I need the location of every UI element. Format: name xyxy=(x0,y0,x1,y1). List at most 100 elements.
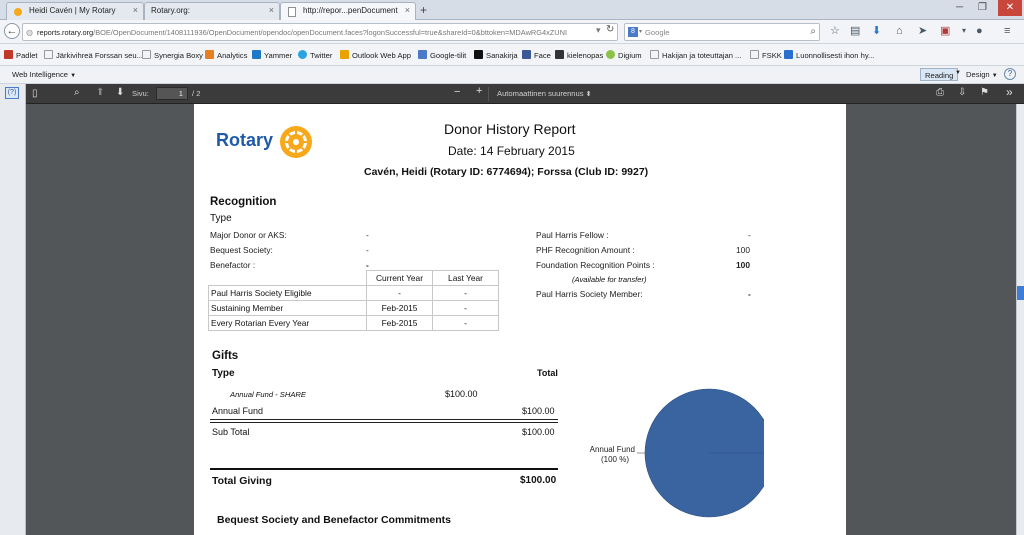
help-panel-icon[interactable]: (?) xyxy=(5,87,19,99)
rotary-favicon-icon xyxy=(14,8,22,16)
chevron-down-icon[interactable]: ▾ xyxy=(962,25,966,37)
bookmark-jarkivihrea[interactable]: Järkivihreä Forssan seu... xyxy=(44,50,143,60)
chevron-down-icon: ⬍ xyxy=(585,91,592,98)
bookmark-icon[interactable]: ⚑ xyxy=(980,87,989,98)
print-icon[interactable]: ⎙ xyxy=(936,87,944,98)
pdf-toolbar: ▯ ⌕ ⬆ ⬇ Sivu: 1 / 2 − + Automaattinen su… xyxy=(26,84,1024,104)
gifts-total-label: Total xyxy=(537,368,558,378)
search-icon[interactable]: ⌕ xyxy=(810,26,816,37)
chevron-down-icon: ▼ xyxy=(70,73,77,79)
minimize-button[interactable]: ─ xyxy=(956,2,963,13)
bookmark-star-icon[interactable]: ☆ xyxy=(830,25,840,37)
search-placeholder: Google xyxy=(645,28,670,37)
annual-fund-total: $100.00 xyxy=(522,406,555,416)
chevron-down-icon[interactable]: ▼ xyxy=(955,70,961,76)
restore-button[interactable]: ❐ xyxy=(978,2,987,13)
bookmark-fskk[interactable]: FSKK xyxy=(750,50,782,60)
back-button[interactable]: ← xyxy=(4,23,20,39)
tab-rotary-org[interactable]: Rotary.org: × xyxy=(144,2,280,20)
web-intelligence-bar: Web Intelligence ▼ Reading ▼ Design ▼ ? xyxy=(0,66,1024,84)
close-tab-icon[interactable]: × xyxy=(133,5,138,15)
chevron-down-icon: ▼ xyxy=(991,73,998,79)
toggle-sidebar-icon[interactable]: ▯ xyxy=(32,88,38,99)
divider xyxy=(210,468,558,470)
url-bar[interactable]: ◍ reports.rotary.org/BOE/OpenDocument/14… xyxy=(22,23,618,41)
benefactor-value: - xyxy=(366,260,369,270)
bookmark-analytics[interactable]: Analytics xyxy=(205,50,247,60)
reading-list-icon[interactable]: ▤ xyxy=(850,25,860,37)
sanakirja-icon xyxy=(474,50,483,59)
table-cell: Sustaining Member xyxy=(208,300,367,316)
search-icon[interactable]: ⌕ xyxy=(74,87,80,98)
phf-label: Paul Harris Fellow : xyxy=(536,230,609,240)
zoom-out-button[interactable]: − xyxy=(454,86,460,98)
tab-my-rotary[interactable]: Heidi Cavén | My Rotary × xyxy=(6,2,144,20)
bookmark-hakijan[interactable]: Hakijan ja toteuttajan ... xyxy=(650,50,741,60)
new-tab-button[interactable]: + xyxy=(420,3,427,17)
bookmark-outlook[interactable]: Outlook Web App xyxy=(340,50,411,60)
page-icon xyxy=(142,50,151,59)
downloads-icon[interactable]: ⬇ xyxy=(872,25,881,37)
kielenopas-icon xyxy=(555,50,564,59)
tools-icon[interactable]: » xyxy=(1006,85,1013,99)
close-tab-icon[interactable]: × xyxy=(405,5,410,15)
reading-mode-button[interactable]: Reading xyxy=(920,68,959,81)
tab-title: http://repor...penDocument xyxy=(303,6,398,15)
zoom-in-button[interactable]: + xyxy=(476,85,482,97)
gifts-pie-chart: Annual Fund(100 %) xyxy=(590,388,764,518)
dropdown-arrow-icon[interactable]: ▾ xyxy=(596,25,601,36)
twitter-icon xyxy=(298,50,307,59)
close-window-button[interactable]: ✕ xyxy=(998,0,1022,16)
bookmark-padlet[interactable]: Padlet xyxy=(4,50,38,60)
bookmark-google-tilit[interactable]: Google-tilit xyxy=(418,50,466,60)
recognition-table: Current Year Last Year Paul Harris Socie… xyxy=(208,270,499,331)
bookmark-kielenopas[interactable]: kielenopas xyxy=(555,50,603,60)
subtotal-value: $100.00 xyxy=(522,427,555,437)
download-icon[interactable]: ⇩ xyxy=(958,87,966,98)
member-info: Cavén, Heidi (Rotary ID: 6774694); Forss… xyxy=(364,166,649,178)
search-input[interactable]: 8 ▾ Google ⌕ xyxy=(624,23,820,41)
gifts-heading: Gifts xyxy=(212,350,239,362)
help-icon[interactable]: ? xyxy=(1004,68,1016,80)
send-icon[interactable]: ➤ xyxy=(918,25,927,37)
pie-slice-label: Annual Fund xyxy=(590,445,635,454)
page-number-input[interactable]: 1 xyxy=(156,87,188,100)
next-page-icon[interactable]: ⬇ xyxy=(116,87,124,98)
bookmark-sanakirja[interactable]: Sanakirja xyxy=(474,50,518,60)
table-header-row: Current Year Last Year xyxy=(208,270,499,286)
bookmark-luonnollisesti[interactable]: Luonnollisesti ihon hy... xyxy=(784,50,874,60)
pdf-viewer: Rotary Donor History Report Date: 14 Feb… xyxy=(26,104,1016,535)
bookmark-twitter[interactable]: Twitter xyxy=(298,50,332,60)
previous-page-icon[interactable]: ⬆ xyxy=(96,87,104,98)
bookmark-face[interactable]: Face xyxy=(522,50,551,60)
home-icon[interactable]: ⌂ xyxy=(896,25,903,37)
phs-member-label: Paul Harris Society Member: xyxy=(536,289,643,299)
zoom-select[interactable]: Automaattinen suurennus ⬍ xyxy=(488,87,598,101)
chat-icon[interactable]: ● xyxy=(976,25,983,37)
bookmark-digium[interactable]: Digium xyxy=(606,50,642,60)
bookmark-yammer[interactable]: Yammer xyxy=(252,50,292,60)
table-cell: - xyxy=(366,285,433,301)
close-tab-icon[interactable]: × xyxy=(269,5,274,15)
design-mode-button[interactable]: Design ▼ xyxy=(966,70,998,79)
bequest-heading: Bequest Society and Benefactor Commitmen… xyxy=(217,514,451,526)
menu-icon[interactable]: ≡ xyxy=(1004,25,1010,37)
padlet-icon xyxy=(4,50,13,59)
reload-icon[interactable]: ↻ xyxy=(606,24,614,35)
bookmark-synergia[interactable]: Synergia Boxy xyxy=(142,50,203,60)
bookmarks-bar: Padlet Järkivihreä Forssan seu... Synerg… xyxy=(0,44,1024,66)
addon-icon[interactable]: ▣ xyxy=(940,25,950,37)
vertical-scrollbar[interactable] xyxy=(1016,104,1024,535)
rotary-wheel-icon xyxy=(280,126,312,158)
page-icon xyxy=(44,50,53,59)
recognition-heading: Recognition xyxy=(210,196,277,208)
table-cell: - xyxy=(432,315,499,331)
table-row: Every Rotarian Every Year Feb-2015 - xyxy=(208,315,499,331)
page-icon xyxy=(650,50,659,59)
web-intelligence-menu[interactable]: Web Intelligence ▼ xyxy=(12,70,76,79)
table-row: Paul Harris Society Eligible - - xyxy=(208,285,499,301)
recognition-points-value: 100 xyxy=(736,260,750,270)
phf-value: - xyxy=(748,230,751,240)
tab-report[interactable]: http://repor...penDocument × xyxy=(280,2,416,21)
scrollbar-thumb[interactable] xyxy=(1017,286,1024,300)
